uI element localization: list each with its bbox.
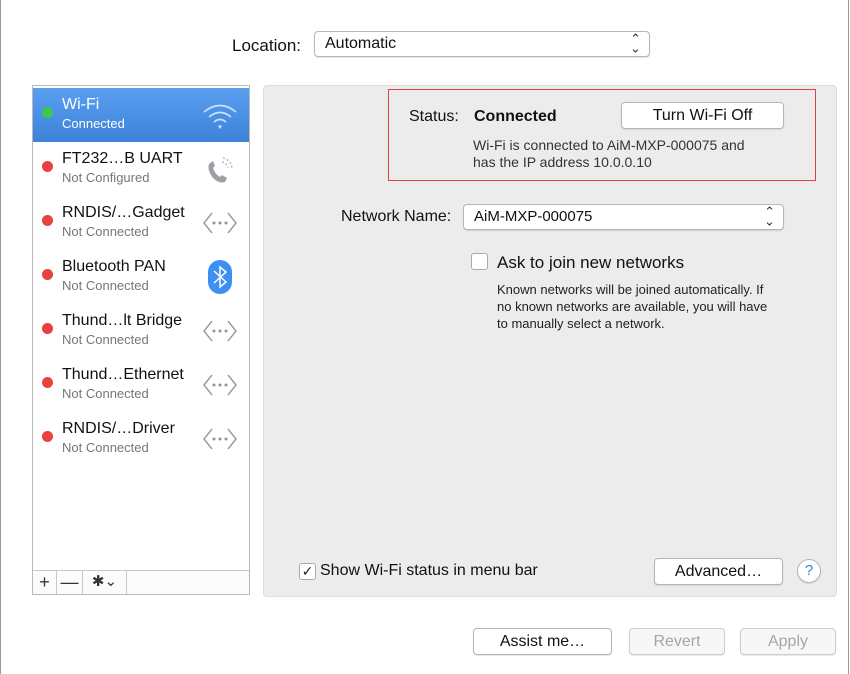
updown-chevron-icon: ⌃ ⌃ [630,31,641,55]
ask-to-join-help-line3: to manually select a network. [497,316,665,331]
service-item-rndis-gadget[interactable]: RNDIS/…Gadget Not Connected [33,196,249,250]
wifi-icon [203,104,237,129]
ethernet-arrows-icon [203,428,237,450]
status-dot [42,323,53,334]
service-status: Not Connected [62,440,149,455]
service-item-thunderbolt-ethernet[interactable]: Thund…Ethernet Not Connected [33,358,249,412]
ethernet-arrows-icon [203,320,237,342]
service-name: Thund…Ethernet [62,366,184,383]
status-description-line2: has the IP address 10.0.0.10 [473,154,652,170]
status-label: Status: [409,108,459,125]
service-name: Thund…lt Bridge [62,312,183,329]
network-name-popup[interactable]: AiM-MXP-000075 ⌃ ⌃ [463,204,784,230]
ask-to-join-help-line1: Known networks will be joined automatica… [497,282,764,297]
status-value: Connected [474,108,557,125]
status-dot [42,377,53,388]
gear-action-menu-button[interactable]: ✱⌄ [83,571,127,594]
service-item-bluetooth-pan[interactable]: Bluetooth PAN Not Connected [33,250,249,304]
service-status: Not Connected [62,278,149,293]
service-item-thunderbolt-bridge[interactable]: Thund…lt Bridge Not Connected [33,304,249,358]
ask-to-join-help-line2: no known networks are available, you wil… [497,299,768,314]
revert-button[interactable]: Revert [629,628,725,655]
network-name-label: Network Name: [341,208,452,225]
add-service-button[interactable]: + [33,571,57,594]
turn-wifi-off-button[interactable]: Turn Wi-Fi Off [621,102,784,129]
ask-to-join-checkbox[interactable] [471,253,488,270]
service-status: Not Connected [62,332,149,347]
ethernet-arrows-icon [203,374,237,396]
service-item-wifi[interactable]: Wi-Fi Connected [33,88,249,142]
service-item-ft232[interactable]: FT232…B UART Not Configured [33,142,249,196]
ask-to-join-label: Ask to join new networks [497,253,685,272]
service-status: Not Configured [62,170,150,185]
service-item-rndis-driver[interactable]: RNDIS/…Driver Not Connected [33,412,249,466]
service-status: Connected [62,116,125,131]
service-list-toolbar: + — ✱⌄ [33,570,249,594]
window-left-border [0,0,1,674]
show-status-label: Show Wi-Fi status in menu bar [320,562,538,579]
status-description-line1: Wi-Fi is connected to AiM-MXP-000075 and [473,137,745,153]
window-right-border [848,0,849,674]
service-name: Wi-Fi [62,96,100,113]
service-status: Not Connected [62,224,149,239]
help-button[interactable]: ? [797,559,821,583]
status-dot [42,107,53,118]
ethernet-arrows-icon [203,212,237,234]
service-name: RNDIS/…Driver [62,420,175,437]
status-dot [42,161,53,172]
status-dot [42,269,53,280]
service-name: RNDIS/…Gadget [62,204,185,221]
show-status-checkbox[interactable]: ✓ [299,563,316,580]
service-status: Not Connected [62,386,149,401]
status-dot [42,431,53,442]
location-popup[interactable]: Automatic ⌃ ⌃ [314,31,650,57]
assist-me-button[interactable]: Assist me… [473,628,612,655]
location-value: Automatic [325,35,397,52]
location-label: Location: [232,36,301,55]
service-name: FT232…B UART [62,150,183,167]
bluetooth-icon [208,260,232,294]
remove-service-button[interactable]: — [57,571,83,594]
service-name: Bluetooth PAN [62,258,166,275]
status-dot [42,215,53,226]
service-list[interactable]: Wi-Fi Connected FT232…B UART Not Configu… [32,85,250,595]
phone-icon [208,157,233,183]
apply-button[interactable]: Apply [740,628,836,655]
advanced-button[interactable]: Advanced… [654,558,783,585]
updown-chevron-icon: ⌃ ⌃ [764,204,775,228]
network-name-value: AiM-MXP-000075 [474,208,593,225]
